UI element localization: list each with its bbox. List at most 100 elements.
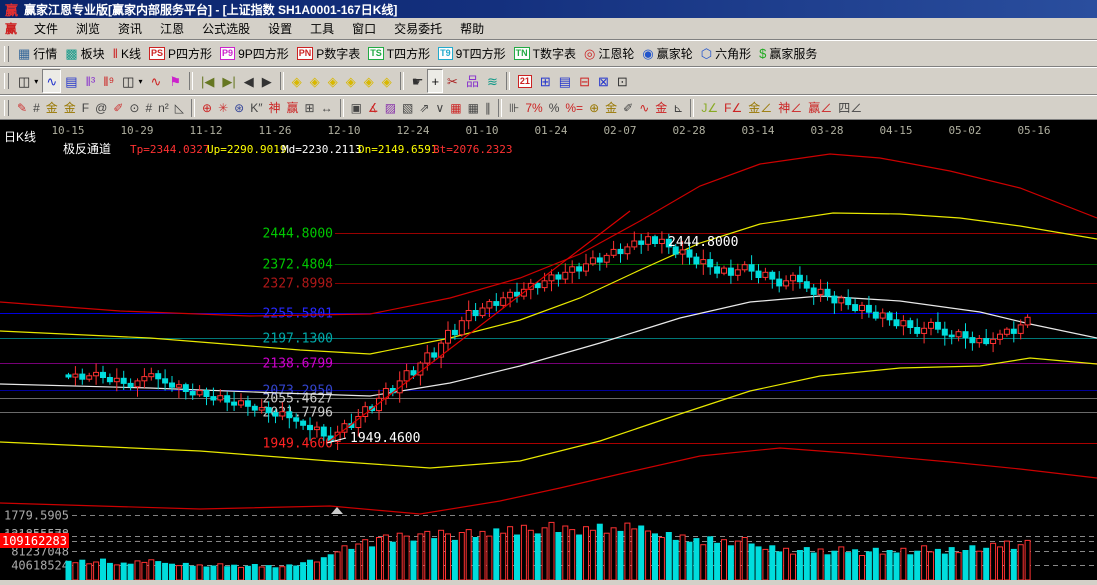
shrink-horizontal-button[interactable]: ◈ xyxy=(342,69,360,93)
last-page-button[interactable]: ▶| xyxy=(218,69,239,93)
time-circle-tool[interactable]: ⊙ xyxy=(126,98,142,118)
shen-angle-tool[interactable]: 神∠ xyxy=(775,98,805,118)
gold-lines-tool[interactable]: 金 xyxy=(602,98,620,118)
bars-3-button[interactable]: ‖³ xyxy=(82,69,100,93)
gold-angle-tool[interactable]: 金∠ xyxy=(745,98,775,118)
cycle-tool-button[interactable]: ≋ xyxy=(483,69,502,93)
flag-button[interactable]: ⚑ xyxy=(165,69,185,93)
hexagon-button[interactable]: ⬡六角形 xyxy=(697,42,755,66)
p-square-button[interactable]: PSP四方形 xyxy=(145,42,216,66)
gann-grid-tool[interactable]: # xyxy=(30,98,43,118)
wide-grid-tool[interactable]: # xyxy=(142,98,155,118)
menu-item-10[interactable]: 帮助 xyxy=(451,20,493,38)
scroll-left-button[interactable]: ◈ xyxy=(288,69,306,93)
first-page-button[interactable]: |◀ xyxy=(197,69,218,93)
notes-button[interactable]: ▤ xyxy=(555,69,575,93)
percent-line-tool[interactable]: %= xyxy=(562,98,586,118)
price-ruler-tool[interactable]: ⊪ xyxy=(506,98,522,118)
info-panel-button[interactable]: ▤ xyxy=(61,69,81,93)
t9-square-button[interactable]: T99T四方形 xyxy=(434,42,510,66)
menu-item-1[interactable]: 文件 xyxy=(25,20,67,38)
ying-angle-tool[interactable]: 赢∠ xyxy=(805,98,835,118)
number-grid-tool[interactable]: ⊞ xyxy=(302,98,318,118)
si-angle-tool[interactable]: 四∠ xyxy=(835,98,865,118)
compass-tool[interactable]: ⊕ xyxy=(199,98,215,118)
chart-pattern-button[interactable]: ∿ xyxy=(42,69,61,93)
web-box-tool[interactable]: ⊛ xyxy=(231,98,247,118)
menu-item-4[interactable]: 江恩 xyxy=(151,20,193,38)
web-tool[interactable]: ✳ xyxy=(215,98,231,118)
measure-pen-tool[interactable]: ✐ xyxy=(620,98,636,118)
expand-vertical-button[interactable]: ◈ xyxy=(378,69,396,93)
sectors-button-label: 板块 xyxy=(81,45,105,62)
j-angle-tool[interactable]: J∠ xyxy=(698,98,721,118)
print-button[interactable]: ⊡ xyxy=(613,69,632,93)
eraser-tool-button[interactable]: ✂ xyxy=(443,69,462,93)
span-arrows-tool[interactable]: ↔ xyxy=(318,98,336,118)
t-square-button[interactable]: TST四方形 xyxy=(364,42,434,66)
gold-circle-tool[interactable]: ⊕ xyxy=(586,98,602,118)
p9-square-button[interactable]: P99P四方形 xyxy=(216,42,293,66)
hand-tool-button[interactable]: ☛ xyxy=(408,69,428,93)
parallel-lines-tool[interactable]: ∥ xyxy=(482,98,494,118)
protractor-tool[interactable]: ◺ xyxy=(172,98,187,118)
calendar-button[interactable]: 21 xyxy=(514,69,536,93)
grid-dark-tool[interactable]: ▦ xyxy=(465,98,482,118)
n2-grid-tool[interactable]: n² xyxy=(155,98,172,118)
k-mark-tool[interactable]: K″ xyxy=(247,98,265,118)
gold-grid-a-tool[interactable]: 金 xyxy=(43,98,61,118)
menu-item-9[interactable]: 交易委托 xyxy=(385,20,451,38)
angle-lines-tool[interactable]: ⊾ xyxy=(670,98,686,118)
gold-red-tool[interactable]: 金 xyxy=(652,98,670,118)
zigzag-button[interactable]: ∿ xyxy=(146,69,165,93)
save-button[interactable]: ⊟ xyxy=(575,69,594,93)
menu-item-7[interactable]: 工具 xyxy=(301,20,343,38)
box-measure-tool[interactable]: ▣ xyxy=(348,98,365,118)
v-lines-tool[interactable]: ∨ xyxy=(432,98,447,118)
ying-grid-tool[interactable]: 赢 xyxy=(284,98,302,118)
expand-horizontal-button[interactable]: ◈ xyxy=(324,69,342,93)
percent7-tool[interactable]: 7% xyxy=(522,98,545,118)
menu-item-8[interactable]: 窗口 xyxy=(343,20,385,38)
t-number-button[interactable]: TNT数字表 xyxy=(510,42,580,66)
candle-style-dropdown[interactable]: ◫▾ xyxy=(118,69,146,93)
f-grid-tool[interactable]: F xyxy=(79,98,92,118)
price-chart-svg[interactable]: 10-1510-2911-1211-2612-1012-2401-1001-24… xyxy=(0,120,1097,580)
gann-wheel-button[interactable]: ◎江恩轮 xyxy=(580,42,638,66)
percent-tool[interactable]: % xyxy=(546,98,563,118)
f-angle-tool[interactable]: F∠ xyxy=(721,98,745,118)
calculator-button[interactable]: ⊞ xyxy=(536,69,555,93)
sectors-button[interactable]: ▩板块 xyxy=(61,42,108,66)
shrink-vertical-button[interactable]: ◈ xyxy=(360,69,378,93)
snapshot-button[interactable]: ⊠ xyxy=(594,69,613,93)
wave-red-tool[interactable]: ∿ xyxy=(636,98,652,118)
fan-box-purple-tool[interactable]: ▨ xyxy=(382,98,399,118)
trend-arrows-tool[interactable]: ⇗ xyxy=(416,98,432,118)
menu-item-5[interactable]: 公式选股 xyxy=(193,20,259,38)
brush-tool[interactable]: ✎ xyxy=(14,98,30,118)
scroll-right-button[interactable]: ◈ xyxy=(306,69,324,93)
winner-service-button[interactable]: $赢家服务 xyxy=(755,42,821,66)
next-button[interactable]: ▶ xyxy=(258,69,276,93)
prev-button[interactable]: ◀ xyxy=(240,69,258,93)
candle-body xyxy=(611,249,616,255)
quotes-button[interactable]: ▦行情 xyxy=(14,42,61,66)
p-number-button[interactable]: PNP数字表 xyxy=(293,42,365,66)
shen-grid-tool[interactable]: 神 xyxy=(265,98,283,118)
chart-area[interactable]: 10-1510-2911-1211-2612-1012-2401-1001-24… xyxy=(0,120,1097,580)
grid-red-tool[interactable]: ▦ xyxy=(447,98,464,118)
fan-box-dark-tool[interactable]: ▧ xyxy=(399,98,416,118)
gold-grid-b-tool[interactable]: 金 xyxy=(61,98,79,118)
rocket-grid-tool[interactable]: ✐ xyxy=(110,98,126,118)
gann-shape-tool-button[interactable]: 品 xyxy=(462,69,483,93)
kline-button[interactable]: ‖K线 xyxy=(109,42,145,66)
menu-item-6[interactable]: 设置 xyxy=(259,20,301,38)
fan-lines-tool[interactable]: ∡ xyxy=(365,98,382,118)
winner-wheel-button[interactable]: ◉赢家轮 xyxy=(638,42,696,66)
spiral-tool[interactable]: @ xyxy=(92,98,110,118)
crosshair-tool-button[interactable]: + xyxy=(427,69,443,93)
period-dropdown[interactable]: ◫▾ xyxy=(14,69,42,93)
bars-9-button[interactable]: ‖⁹ xyxy=(99,69,118,93)
menu-item-3[interactable]: 资讯 xyxy=(109,20,151,38)
menu-item-2[interactable]: 浏览 xyxy=(67,20,109,38)
